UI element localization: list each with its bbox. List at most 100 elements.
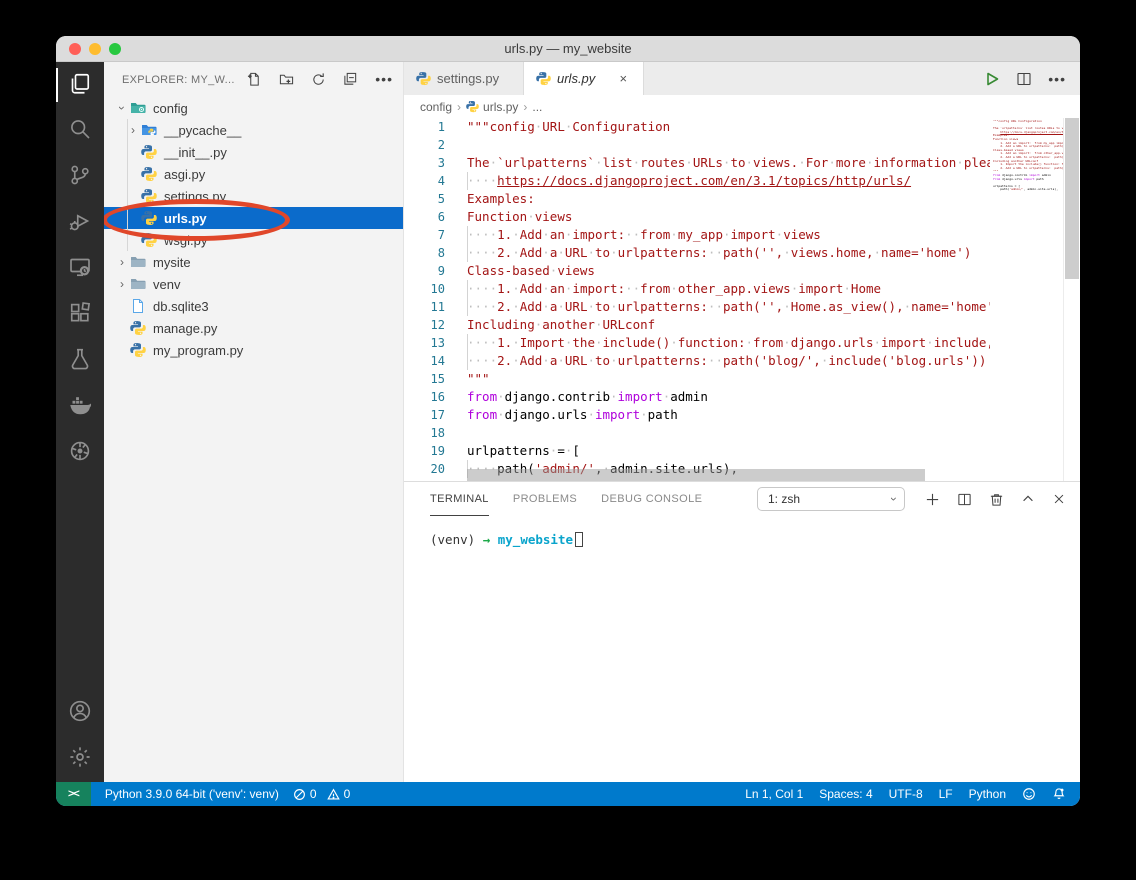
tree-item-manage.py[interactable]: manage.py xyxy=(104,317,403,339)
tab-settings.py[interactable]: settings.py xyxy=(404,62,524,95)
split-terminal-button[interactable] xyxy=(957,492,972,507)
python-icon xyxy=(416,71,431,86)
code-line[interactable]: 10····1.·Add·an·import:··from·other_app.… xyxy=(404,280,1080,298)
activity-bar-item-source-control[interactable] xyxy=(56,154,104,200)
activity-bar xyxy=(56,62,104,782)
tree-item-config[interactable]: ›config xyxy=(104,97,403,119)
panel-tab-problems[interactable]: PROBLEMS xyxy=(513,482,577,516)
close-panel-button[interactable] xyxy=(1052,492,1066,506)
source-control-icon xyxy=(68,163,92,192)
maximize-panel-button[interactable] xyxy=(1021,492,1035,506)
code-line[interactable]: 12Including·another·URLconf xyxy=(404,316,1080,334)
activity-bar-item-explorer[interactable] xyxy=(56,62,104,108)
activity-bar-item-remote-explorer[interactable] xyxy=(56,246,104,292)
panel-tab-terminal[interactable]: TERMINAL xyxy=(430,482,489,516)
tree-item-urls.py[interactable]: urls.py xyxy=(104,207,403,229)
code-line[interactable]: 3The·`urlpatterns`·list·routes·URLs·to·v… xyxy=(404,154,1080,172)
code-line[interactable]: 1"""config·URL·Configuration xyxy=(404,118,1080,136)
new-terminal-button[interactable] xyxy=(925,492,940,507)
code-editor[interactable]: 1"""config·URL·Configuration23The·`urlpa… xyxy=(404,118,1080,481)
language-mode-status[interactable]: Python xyxy=(969,787,1006,801)
more-actions-button[interactable]: ••• xyxy=(1048,76,1066,82)
split-editor-icon xyxy=(1016,71,1032,87)
tree-item-mysite[interactable]: ›mysite xyxy=(104,251,403,273)
code-line[interactable]: 7····1.·Add·an·import:··from·my_app·impo… xyxy=(404,226,1080,244)
activity-bar-item-extensions[interactable] xyxy=(56,292,104,338)
collapse-all-button[interactable] xyxy=(343,72,358,87)
tree-item-__pycache__[interactable]: ›__pycache__ xyxy=(104,119,403,141)
more-button[interactable]: ••• xyxy=(375,71,393,89)
breadcrumb-separator: › xyxy=(523,100,527,114)
code-line[interactable]: 8····2.·Add·a·URL·to·urlpatterns:··path(… xyxy=(404,244,1080,262)
tree-item-venv[interactable]: ›venv xyxy=(104,273,403,295)
code-line[interactable]: 13····1.·Import·the·include()·function:·… xyxy=(404,334,1080,352)
explorer-icon xyxy=(68,71,92,100)
activity-bar-item-search[interactable] xyxy=(56,108,104,154)
docker-icon xyxy=(68,393,92,422)
run-python-file-button[interactable] xyxy=(984,71,1000,87)
tree-item-my_program.py[interactable]: my_program.py xyxy=(104,339,403,361)
activity-bar-item-settings-gear[interactable] xyxy=(56,736,104,782)
tree-item-asgi.py[interactable]: asgi.py xyxy=(104,163,403,185)
folder-python-icon xyxy=(141,122,158,138)
python-icon xyxy=(536,71,551,86)
code-line[interactable]: 19urlpatterns·=·[ xyxy=(404,442,1080,460)
eol-status[interactable]: LF xyxy=(939,787,953,801)
indentation-status[interactable]: Spaces: 4 xyxy=(819,787,872,801)
feedback-icon[interactable] xyxy=(1022,787,1036,801)
activity-bar-item-kubernetes[interactable] xyxy=(56,430,104,476)
code-line[interactable]: 16from·django.contrib·import·admin xyxy=(404,388,1080,406)
editor-actions: ••• xyxy=(984,62,1080,95)
tree-item-label: db.sqlite3 xyxy=(153,299,209,314)
notifications-bell-icon[interactable] xyxy=(1052,787,1066,801)
code-line[interactable]: 5Examples: xyxy=(404,190,1080,208)
folder-config-icon xyxy=(130,100,147,116)
breadcrumb-item-config[interactable]: config xyxy=(420,100,452,114)
chevron-right-icon: › xyxy=(114,255,130,269)
horizontal-scrollbar[interactable] xyxy=(467,469,925,481)
activity-bar-item-docker[interactable] xyxy=(56,384,104,430)
problems-status[interactable]: 0 0 xyxy=(293,787,350,801)
line-number: 20 xyxy=(404,460,467,478)
new-folder-button[interactable] xyxy=(279,72,294,87)
code-line[interactable]: 17from·django.urls·import·path xyxy=(404,406,1080,424)
code-line[interactable]: 4····https://docs.djangoproject.com/en/3… xyxy=(404,172,1080,190)
close-tab-icon[interactable]: × xyxy=(615,71,631,86)
code-line[interactable]: 11····2.·Add·a·URL·to·urlpatterns:··path… xyxy=(404,298,1080,316)
refresh-button[interactable] xyxy=(311,72,326,87)
remote-explorer-icon xyxy=(68,255,92,284)
encoding-status[interactable]: UTF-8 xyxy=(889,787,923,801)
cursor-position-status[interactable]: Ln 1, Col 1 xyxy=(745,787,803,801)
tree-item-wsgi.py[interactable]: wsgi.py xyxy=(104,229,403,251)
activity-bar-item-account[interactable] xyxy=(56,690,104,736)
kill-terminal-button[interactable] xyxy=(989,492,1004,507)
breadcrumb-item-urls.py[interactable]: urls.py xyxy=(466,100,518,114)
panel-tab-debug-console[interactable]: DEBUG CONSOLE xyxy=(601,482,702,516)
code-line[interactable]: 6Function·views xyxy=(404,208,1080,226)
vertical-scrollbar[interactable] xyxy=(1065,118,1079,279)
python-interpreter-status[interactable]: Python 3.9.0 64-bit ('venv': venv) xyxy=(105,787,279,801)
terminal-select-dropdown[interactable]: 1: zsh› xyxy=(757,487,905,511)
activity-bar-item-run-debug[interactable] xyxy=(56,200,104,246)
tree-item-__init__.py[interactable]: __init__.py xyxy=(104,141,403,163)
activity-bar-item-test[interactable] xyxy=(56,338,104,384)
split-editor-button[interactable] xyxy=(1016,71,1032,87)
tree-item-settings.py[interactable]: settings.py xyxy=(104,185,403,207)
terminal-prompt-segment: (venv) xyxy=(430,532,483,547)
remote-indicator[interactable]: >< xyxy=(56,782,91,806)
terminal[interactable]: (venv) → my_website xyxy=(404,516,1080,547)
python-icon xyxy=(141,166,158,182)
new-file-button[interactable] xyxy=(247,72,262,87)
warning-icon xyxy=(327,788,340,801)
tree-item-db.sqlite3[interactable]: db.sqlite3 xyxy=(104,295,403,317)
tab-urls.py[interactable]: urls.py× xyxy=(524,62,644,95)
code-line[interactable]: 18 xyxy=(404,424,1080,442)
breadcrumb-item-...[interactable]: ... xyxy=(532,100,542,114)
maximize-panel-icon xyxy=(1021,492,1035,506)
code-line[interactable]: 14····2.·Add·a·URL·to·urlpatterns:··path… xyxy=(404,352,1080,370)
code-line[interactable]: 9Class-based·views xyxy=(404,262,1080,280)
title-bar[interactable]: urls.py — my_website xyxy=(56,36,1080,62)
code-line[interactable]: 2 xyxy=(404,136,1080,154)
code-line[interactable]: 15""" xyxy=(404,370,1080,388)
breadcrumb[interactable]: config›urls.py›... xyxy=(404,95,1080,118)
